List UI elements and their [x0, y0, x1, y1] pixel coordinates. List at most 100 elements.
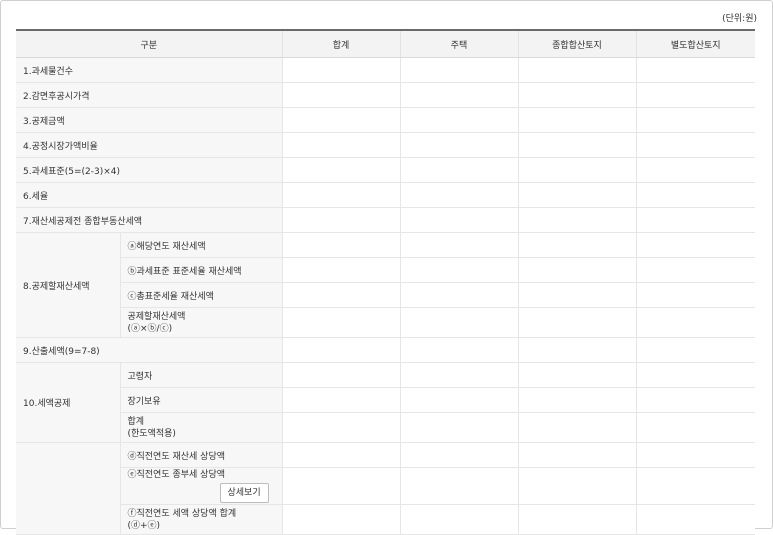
row-label: 5.과세표준(5=(2-3)×4) — [16, 157, 283, 183]
value-cell — [518, 57, 637, 83]
value-cell — [400, 132, 519, 158]
value-cell — [636, 504, 755, 535]
table-row: 7.재산세공제전 종합부동산세액 — [16, 207, 755, 233]
table-row: ⓒ총표준세율 재산세액 — [16, 282, 755, 308]
value-cell — [282, 387, 401, 413]
table-row: 공제할재산세액 (ⓐ×ⓑ/ⓒ) — [16, 307, 755, 338]
row-label: 3.공제금액 — [16, 107, 283, 133]
table-row: 장기보유 — [16, 387, 755, 413]
sub-label-formula: (ⓓ+ⓔ) — [127, 520, 161, 531]
value-cell — [400, 307, 519, 338]
table-row: 5.과세표준(5=(2-3)×4) — [16, 157, 755, 183]
table-row: 6.세율 — [16, 182, 755, 208]
value-cell — [282, 337, 401, 363]
value-cell — [400, 57, 519, 83]
group-label — [16, 442, 121, 535]
row-label: 1.과세물건수 — [16, 57, 283, 83]
detail-view-button[interactable]: 상세보기 — [219, 483, 269, 503]
value-cell — [518, 182, 637, 208]
value-cell — [518, 282, 637, 308]
value-cell — [518, 467, 637, 505]
table-row: 8.공제할재산세액 ⓐ해당연도 재산세액 — [16, 232, 755, 338]
sub-label-line: ⓔ직전연도 종부세 상당액 — [127, 470, 226, 480]
sub-label: 공제할재산세액 (ⓐ×ⓑ/ⓒ) — [120, 307, 283, 338]
value-cell — [400, 442, 519, 468]
value-cell — [282, 362, 401, 388]
value-cell — [518, 442, 637, 468]
value-cell — [400, 257, 519, 283]
value-cell — [282, 257, 401, 283]
table-row: 3.공제금액 — [16, 107, 755, 133]
tax-calculation-table: 구분 합계 주택 종합합산토지 별도합산토지 1.과세물건수 2.감면후공시가격… — [16, 29, 755, 535]
table-row: ⓑ과세표준 표준세율 재산세액 — [16, 257, 755, 283]
value-cell — [400, 362, 519, 388]
table-row: 2.감면후공시가격 — [16, 82, 755, 108]
value-cell — [400, 182, 519, 208]
value-cell — [400, 82, 519, 108]
value-cell — [518, 157, 637, 183]
value-cell — [518, 257, 637, 283]
value-cell — [636, 467, 755, 505]
value-cell — [636, 157, 755, 183]
value-cell — [282, 307, 401, 338]
value-cell — [636, 132, 755, 158]
header-separate-land: 별도합산토지 — [636, 29, 755, 58]
value-cell — [636, 82, 755, 108]
value-cell — [518, 504, 637, 535]
value-cell — [282, 107, 401, 133]
sub-label: ⓒ총표준세율 재산세액 — [120, 282, 283, 308]
value-cell — [518, 337, 637, 363]
sub-label-line: 합계 — [127, 416, 145, 427]
row-label: 9.산출세액(9=7-8) — [16, 337, 283, 363]
sub-label: ⓓ직전연도 재산세 상당액 — [120, 442, 283, 468]
value-cell — [282, 82, 401, 108]
unit-label: (단위:원) — [722, 14, 757, 24]
value-cell — [636, 412, 755, 443]
table-row: 9.산출세액(9=7-8) — [16, 337, 755, 363]
group-label: 8.공제할재산세액 — [16, 232, 121, 338]
value-cell — [282, 182, 401, 208]
value-cell — [636, 282, 755, 308]
value-cell — [518, 82, 637, 108]
value-cell — [636, 337, 755, 363]
value-cell — [282, 132, 401, 158]
value-cell — [636, 182, 755, 208]
table-row: 4.공정시장가액비율 — [16, 132, 755, 158]
sub-label: 장기보유 — [120, 387, 283, 413]
value-cell — [282, 57, 401, 83]
table-row: ⓕ직전연도 세액 상당액 합계 (ⓓ+ⓔ) — [16, 504, 755, 535]
value-cell — [400, 412, 519, 443]
sub-label-line: ⓕ직전연도 세액 상당액 합계 — [127, 508, 237, 519]
table-header-row: 구분 합계 주택 종합합산토지 별도합산토지 — [16, 29, 755, 58]
value-cell — [518, 412, 637, 443]
value-cell — [282, 157, 401, 183]
row-label: 4.공정시장가액비율 — [16, 132, 283, 158]
table-row: 합계 (한도액적용) — [16, 412, 755, 443]
sub-label-formula: (ⓐ×ⓑ/ⓒ) — [127, 323, 173, 334]
sub-label-note: (한도액적용) — [127, 428, 176, 439]
sub-label: 합계 (한도액적용) — [120, 412, 283, 443]
value-cell — [282, 207, 401, 233]
header-category: 구분 — [16, 29, 283, 58]
value-cell — [400, 157, 519, 183]
row-label: 7.재산세공제전 종합부동산세액 — [16, 207, 283, 233]
table-row: 10.세액공제 고령자 — [16, 362, 755, 443]
value-cell — [400, 232, 519, 258]
value-cell — [518, 387, 637, 413]
value-cell — [636, 387, 755, 413]
value-cell — [518, 362, 637, 388]
value-cell — [400, 337, 519, 363]
value-cell — [282, 282, 401, 308]
sub-label: ⓕ직전연도 세액 상당액 합계 (ⓓ+ⓔ) — [120, 504, 283, 535]
header-total: 합계 — [282, 29, 401, 58]
value-cell — [636, 257, 755, 283]
value-cell — [400, 107, 519, 133]
sub-label: ⓔ직전연도 종부세 상당액 상세보기 — [120, 467, 283, 505]
table-row: ⓓ직전연도 재산세 상당액 — [16, 442, 755, 535]
value-cell — [400, 207, 519, 233]
table-row: 1.과세물건수 — [16, 57, 755, 83]
value-cell — [282, 232, 401, 258]
header-combined-land: 종합합산토지 — [518, 29, 637, 58]
sub-label: ⓑ과세표준 표준세율 재산세액 — [120, 257, 283, 283]
value-cell — [636, 107, 755, 133]
